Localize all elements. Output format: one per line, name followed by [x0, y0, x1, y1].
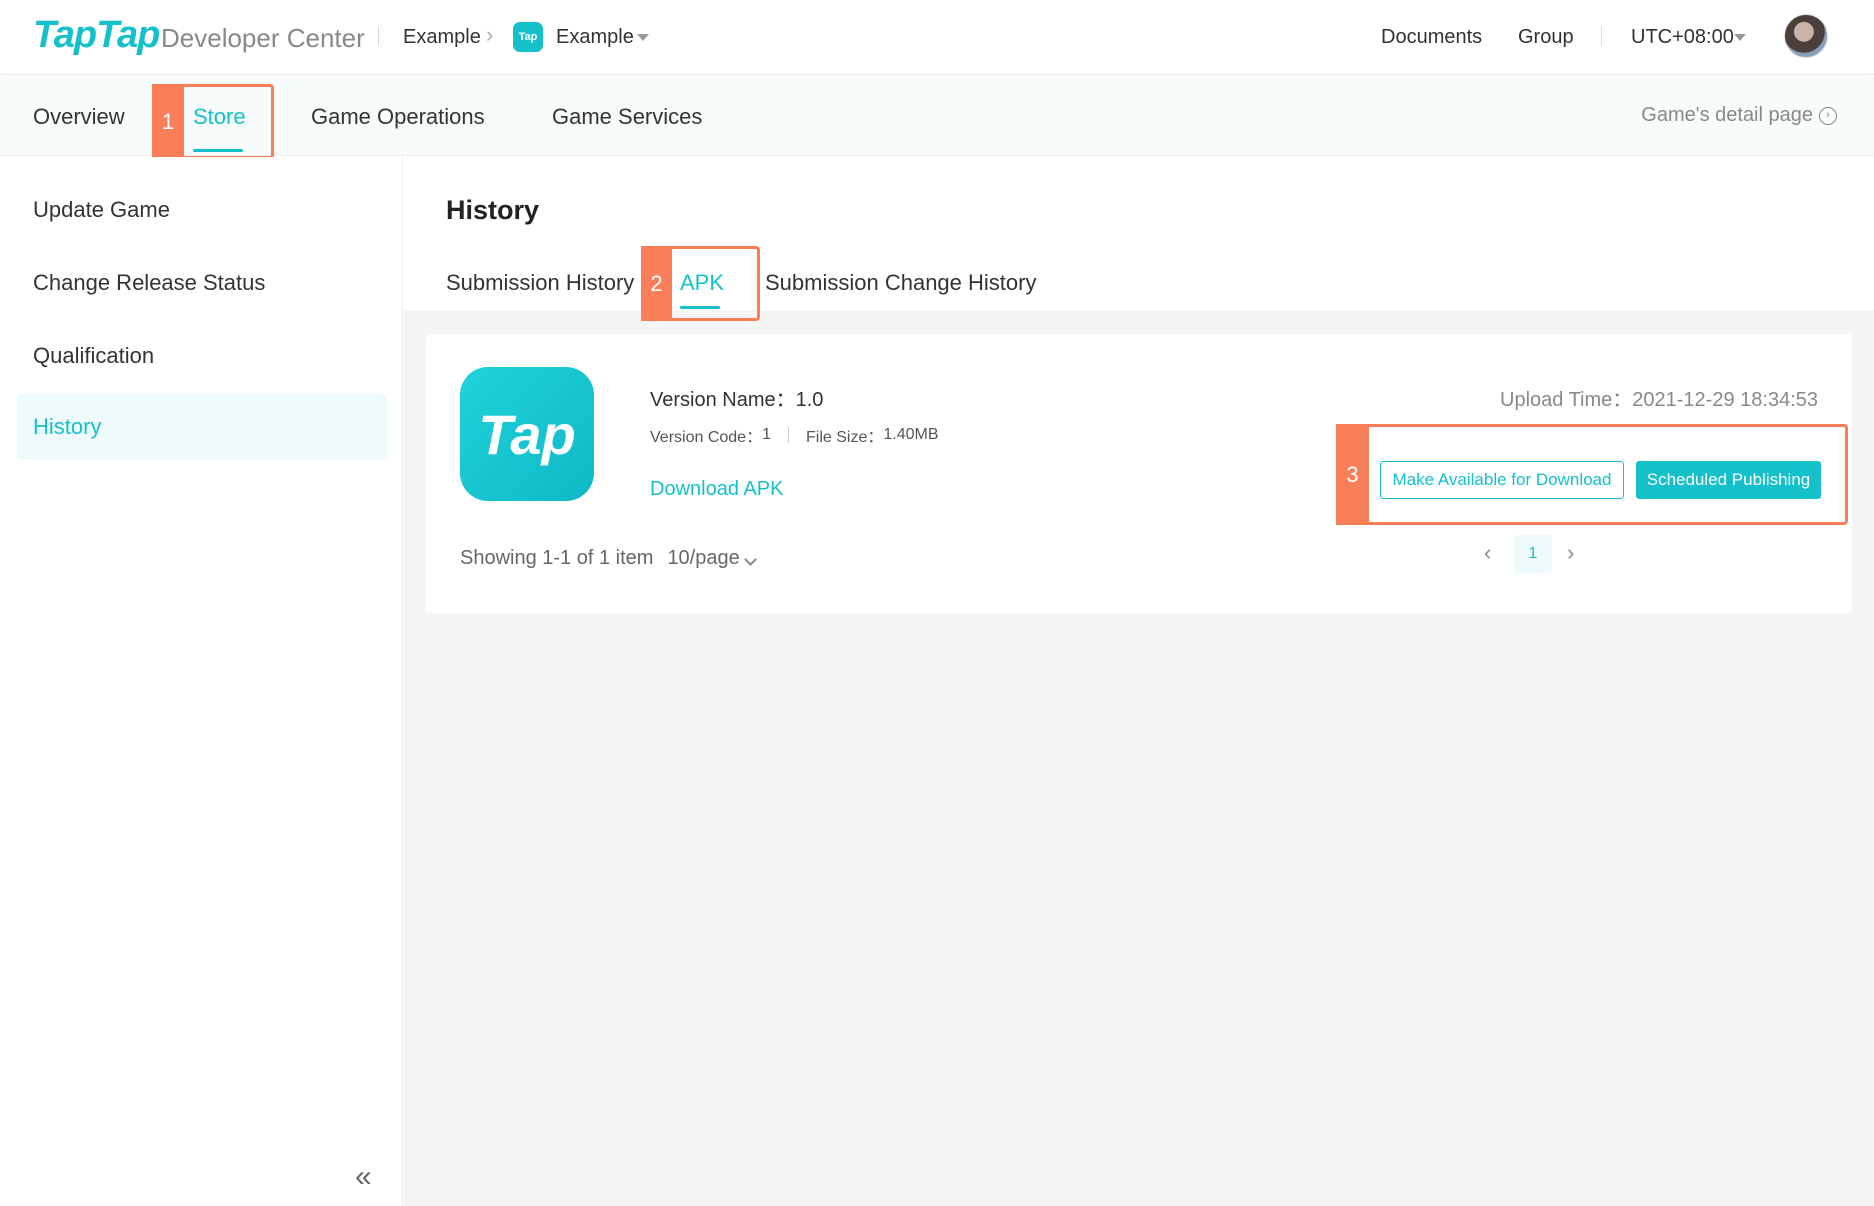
taptap-logo[interactable]: TapTap	[33, 14, 160, 57]
upload-time-value: 2021-12-29 18:34:53	[1632, 389, 1818, 411]
tab-game-operations[interactable]: Game Operations	[311, 104, 485, 130]
version-name-label: Version Name：	[650, 389, 796, 411]
app-icon: Tap	[460, 367, 594, 501]
main-nav: Overview Store Game Operations Game Serv…	[0, 76, 1874, 156]
prev-page-icon[interactable]: ‹	[1484, 540, 1491, 566]
breadcrumb-chevron-icon: ›	[486, 22, 494, 47]
subtab-submission-change-history[interactable]: Submission Change History	[765, 270, 1036, 296]
breadcrumb-app[interactable]: Example	[556, 26, 634, 49]
subtab-submission-history[interactable]: Submission History	[446, 270, 634, 296]
version-code-value: 1	[762, 426, 771, 443]
user-avatar[interactable]	[1784, 14, 1828, 58]
header-divider-right	[1601, 26, 1602, 46]
game-detail-page-label: Game's detail page	[1641, 104, 1813, 126]
annotation-marker-2: 2	[641, 246, 672, 321]
app-dropdown-caret-icon[interactable]	[637, 34, 649, 41]
sidebar-item-change-release-status[interactable]: Change Release Status	[17, 250, 387, 316]
documents-link[interactable]: Documents	[1381, 26, 1482, 49]
version-meta: Version Code： 1 File Size： 1.40MB	[650, 423, 938, 447]
tab-overview[interactable]: Overview	[33, 104, 125, 130]
file-size-value: 1.40MB	[883, 426, 939, 443]
page-title: History	[446, 195, 540, 225]
page-size-select[interactable]: 10/page	[667, 547, 757, 570]
upload-time-label: Upload Time：	[1500, 389, 1633, 411]
app-mini-icon: Tap	[513, 22, 543, 52]
version-name: Version Name：1.0	[650, 383, 823, 412]
sidebar: Update Game Change Release Status Qualif…	[0, 157, 403, 1206]
sidebar-item-update-game[interactable]: Update Game	[17, 177, 387, 243]
top-header: TapTap Developer Center Example › Tap Ex…	[0, 0, 1874, 75]
group-link[interactable]: Group	[1518, 26, 1574, 49]
breadcrumb-org[interactable]: Example	[403, 26, 481, 49]
version-code-label: Version Code：	[650, 429, 763, 446]
download-apk-link[interactable]: Download APK	[650, 478, 783, 501]
annotation-marker-1: 1	[152, 84, 184, 159]
main-content: History Submission History APK Submissio…	[404, 157, 1874, 1206]
annotation-marker-3: 3	[1336, 424, 1369, 525]
timezone-caret-icon[interactable]	[1734, 34, 1746, 41]
upload-time: Upload Time：2021-12-29 18:34:53	[1500, 383, 1818, 412]
version-name-value: 1.0	[795, 389, 824, 411]
page-number-current[interactable]: 1	[1514, 535, 1552, 573]
annotation-box-3	[1336, 424, 1848, 525]
developer-center-label: Developer Center	[161, 23, 365, 53]
timezone-select[interactable]: UTC+08:00	[1631, 26, 1734, 49]
next-page-icon[interactable]: ›	[1567, 540, 1574, 566]
sidebar-item-history[interactable]: History	[17, 394, 387, 460]
content-header: History Submission History APK Submissio…	[404, 157, 1874, 310]
header-divider	[378, 26, 379, 46]
pagination-summary: Showing 1-1 of 1 item 10/page	[460, 547, 757, 570]
game-detail-page-link[interactable]: Game's detail page ›	[1641, 104, 1837, 127]
showing-text: Showing 1-1 of 1 item	[460, 547, 654, 569]
sidebar-item-qualification[interactable]: Qualification	[17, 323, 387, 389]
meta-divider	[787, 427, 789, 443]
arrow-circle-right-icon: ›	[1819, 106, 1837, 125]
tab-game-services[interactable]: Game Services	[552, 104, 702, 130]
page-size-value: 10/page	[667, 547, 740, 569]
collapse-sidebar-icon[interactable]: «	[355, 1160, 372, 1194]
file-size-label: File Size：	[805, 429, 884, 446]
chevron-down-icon	[743, 553, 757, 566]
